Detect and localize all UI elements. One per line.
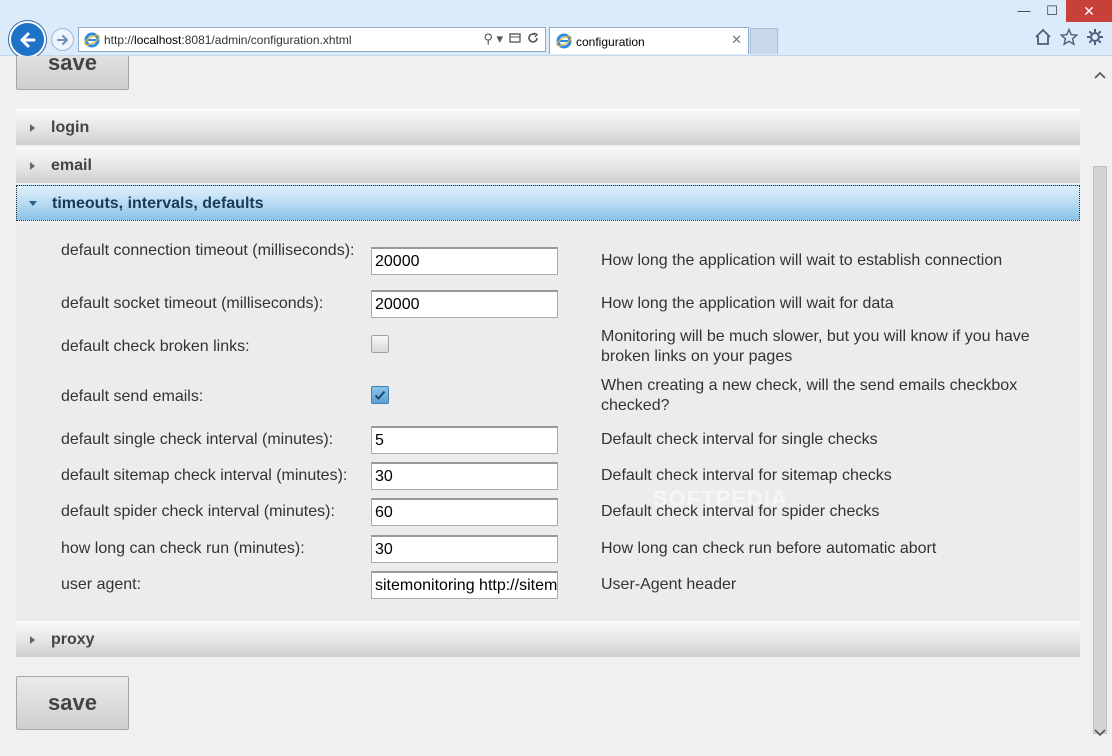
back-arrow-icon	[20, 32, 36, 48]
user-agent-input[interactable]: sitemonitoring http://sitemonitoring.sou…	[371, 571, 558, 599]
field-label: default socket timeout (milliseconds):	[61, 295, 324, 312]
section-email-label: email	[51, 157, 92, 174]
tab-configuration[interactable]: configuration ✕	[549, 27, 749, 54]
spider-check-interval-input[interactable]: 60	[371, 498, 558, 526]
tab-title: configuration	[576, 35, 645, 49]
save-button-bottom[interactable]: save	[16, 676, 129, 730]
sitemap-check-interval-input[interactable]: 30	[371, 462, 558, 490]
address-bar[interactable]: http://localhost:8081/admin/configuratio…	[78, 27, 546, 52]
compat-view-icon[interactable]	[509, 32, 521, 47]
scrollbar-thumb[interactable]	[1093, 166, 1107, 734]
search-icon[interactable]: ⚲ ▾	[483, 31, 503, 47]
section-login-header[interactable]: login	[16, 109, 1080, 145]
field-label: default send emails:	[61, 388, 204, 405]
scroll-down-icon[interactable]	[1092, 726, 1108, 742]
broken-links-checkbox[interactable]	[371, 335, 389, 353]
refresh-icon[interactable]	[527, 31, 539, 47]
field-label: default sitemap check interval (minutes)…	[61, 467, 348, 484]
checkmark-icon	[374, 390, 386, 400]
field-help: Monitoring will be much slower, but you …	[601, 328, 1030, 365]
field-help: How long can check run before automatic …	[601, 540, 937, 557]
star-icon[interactable]	[1059, 27, 1079, 46]
tab-close-icon[interactable]: ✕	[731, 32, 742, 48]
section-proxy-header[interactable]: proxy	[16, 621, 1080, 657]
watermark: SOFTPEDIA	[653, 486, 788, 511]
field-help: How long the application will wait for d…	[601, 295, 894, 312]
field-label: default check broken links:	[61, 338, 250, 355]
forward-arrow-icon	[57, 35, 68, 45]
collapsed-arrow-icon	[30, 124, 35, 132]
section-timeouts-header[interactable]: timeouts, intervals, defaults	[16, 185, 1080, 221]
expanded-arrow-icon	[29, 201, 37, 206]
field-help: When creating a new check, will the send…	[601, 377, 1018, 414]
new-tab-button[interactable]	[750, 28, 778, 54]
page-content: save login email timeouts, intervals, de…	[0, 56, 1112, 756]
field-help: Default check interval for single checks	[601, 431, 878, 448]
collapsed-arrow-icon	[30, 162, 35, 170]
forward-button[interactable]	[51, 28, 74, 51]
socket-timeout-input[interactable]: 20000	[371, 290, 558, 318]
scroll-up-icon[interactable]	[1092, 68, 1108, 84]
field-label: default spider check interval (minutes):	[61, 503, 335, 520]
gear-icon[interactable]	[1086, 28, 1104, 46]
section-timeouts-label: timeouts, intervals, defaults	[52, 195, 264, 212]
url-text: http://localhost:8081/admin/configuratio…	[104, 33, 352, 47]
back-button[interactable]	[9, 21, 46, 58]
single-check-interval-input[interactable]: 5	[371, 426, 558, 454]
home-icon[interactable]	[1034, 28, 1052, 46]
max-check-run-input[interactable]: 30	[371, 535, 558, 563]
field-label: how long can check run (minutes):	[61, 540, 305, 557]
field-help: How long the application will wait to es…	[601, 252, 1003, 269]
send-emails-checkbox[interactable]	[371, 386, 389, 404]
section-login-label: login	[51, 119, 90, 136]
ie-icon	[84, 32, 100, 48]
save-button-top[interactable]: save	[16, 56, 129, 90]
maximize-button[interactable]: ☐	[1038, 0, 1066, 22]
field-label: default connection timeout (milliseconds…	[61, 242, 355, 259]
vertical-scrollbar[interactable]	[1088, 56, 1112, 756]
field-label: default single check interval (minutes):	[61, 431, 334, 448]
timeouts-panel: default connection timeout (milliseconds…	[16, 223, 1080, 621]
close-window-button[interactable]: ✕	[1066, 0, 1112, 22]
field-help: Default check interval for sitemap check…	[601, 467, 892, 484]
minimize-button[interactable]: —	[1010, 0, 1038, 22]
field-help: User-Agent header	[601, 576, 737, 593]
section-email-header[interactable]: email	[16, 147, 1080, 183]
browser-chrome: http://localhost:8081/admin/configuratio…	[0, 0, 1112, 58]
ie-icon	[556, 33, 572, 49]
section-proxy-label: proxy	[51, 631, 95, 648]
connection-timeout-input[interactable]: 20000	[371, 247, 558, 275]
collapsed-arrow-icon	[30, 636, 35, 644]
field-label: user agent:	[61, 576, 142, 593]
